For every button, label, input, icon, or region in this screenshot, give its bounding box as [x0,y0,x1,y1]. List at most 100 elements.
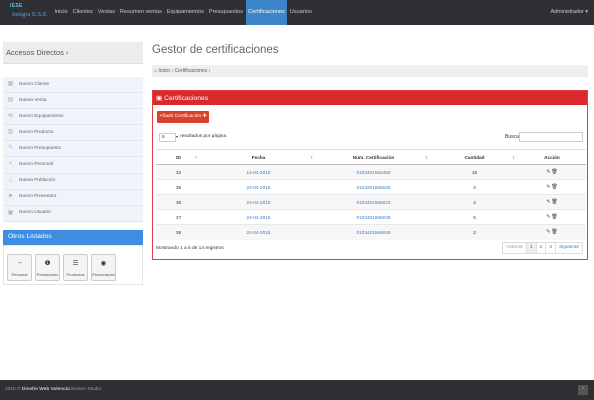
shortcut-nueva-venta[interactable]: ▤ Nueva Venta [3,93,143,110]
chevron-down-icon[interactable]: ▾ [176,134,178,139]
top-navbar: IESE Intégra E.S.E Inicio Clientes Venta… [0,0,594,25]
table-row: 37 24-04-2015 0103401568038 5 ✎🗑 [156,209,586,225]
list-button-label: Poblaciones [36,272,59,277]
breadcrumb-current[interactable]: Certificaciones [175,68,208,74]
column-header-label: Acción [544,154,560,160]
panel-title: ▣ Certificaciones [156,94,209,102]
pagination-page-3[interactable]: 3 [546,243,556,253]
list-personal-button[interactable]: → Personal [7,254,32,281]
column-header-id[interactable]: ID ▲ [156,149,201,165]
nav-equipamientos[interactable]: Equipamientos [164,0,206,25]
table-row: 35 24-04-2015 0103201568040 4 ✎🗑 [156,179,586,195]
cell-num-certificacion: 0103401568038 [316,209,431,225]
shortcut-nueva-poblacion[interactable]: ⌂ Nueva Población [3,173,143,190]
cell-cantidad: 2 [431,224,518,240]
cell-cantidad: 4 [431,179,518,195]
other-lists-title: Otros Listados [8,233,52,240]
sale-icon: ▤ [7,97,14,104]
equipment-icon: ≪ [7,113,14,120]
column-header-label: Cantidad [464,154,485,160]
breadcrumb-separator: › [208,68,211,74]
pagination-page-1[interactable]: 1 [526,243,537,253]
sort-icon: ⇕ [424,156,428,160]
trash-icon[interactable]: 🗑 [551,184,557,190]
add-certification-button[interactable]: Añadir Certificación ✚ [157,111,209,123]
shortcut-label: Nuevo Proveedor [19,194,57,200]
edit-icon[interactable]: ✎ [546,169,550,175]
shortcut-label: Nuevo Usuario [19,210,51,216]
nav-certificaciones[interactable]: Certificaciones [245,0,288,25]
list-poblaciones-button[interactable]: ❶ Poblaciones [35,254,60,281]
footer: 2015 © Diseño Web Valencia Busker Studio… [0,380,594,400]
edit-icon[interactable]: ✎ [546,214,550,220]
other-lists-header: Otros Listados [3,230,143,245]
edit-icon[interactable]: ✎ [546,184,550,190]
cell-num-certificacion: 0103201568040 [316,179,431,195]
pagination-page-2[interactable]: 2 [536,243,547,253]
cell-actions: ✎🗑 [518,194,586,210]
column-header-num-certificacion[interactable]: Num. Certificación ⇕ [316,149,431,165]
trash-icon[interactable]: 🗑 [551,229,557,235]
flag-icon: ⚑ [7,193,14,200]
footer-prefix: 2015 © [5,386,21,392]
page-length-label: resultados por página [180,134,227,139]
search-input[interactable] [519,132,583,142]
cell-fecha: 24-04-2015 [201,179,316,195]
shortcut-label: Nuevo Producto [19,129,54,135]
shortcut-nuevo-producto[interactable]: ▥ Nuevo Producto [3,125,143,142]
trash-icon[interactable]: 🗑 [551,169,557,175]
breadcrumb-home[interactable]: ⌂ Inicio [154,68,170,74]
nav-inicio[interactable]: Inicio [52,0,70,25]
home-icon: ⌂ [8,177,13,184]
edit-icon[interactable]: ✎ [546,229,550,235]
shortcuts-title: Accesos Directos › [6,48,69,57]
list-productos-button[interactable]: ☰ Productos [63,254,88,281]
shortcut-label: Nuevo Personal [19,161,54,167]
user-icon: ▣ [7,209,14,216]
column-header-label: Num. Certificación [352,154,395,160]
cell-cantidad: 5 [431,209,518,225]
pagination-next[interactable]: Siguiente [555,243,582,253]
cell-id: 35 [156,179,201,195]
trash-icon[interactable]: 🗑 [551,199,557,205]
shortcut-nuevo-personal[interactable]: + Nuevo Personal [3,157,143,174]
column-header-label: ID [176,154,181,160]
shortcuts-header[interactable]: Accesos Directos › [3,42,143,64]
cell-actions: ✎🗑 [518,179,586,195]
table-row: 32 14-04-2015 0103401562459 15 ✎🗑 [156,164,586,180]
page-length-select[interactable]: 5 [159,133,176,142]
shortcut-nuevo-presupuesto[interactable]: ✎ Nuevo Presupuesto [3,141,143,158]
nav-presupuestos[interactable]: Presupuestos [206,0,245,25]
brand-logo[interactable]: IESE Intégra E.S.E [6,3,48,22]
breadcrumb: ⌂ Inicio › Certificaciones › [152,65,588,77]
list-button-label: Personal [11,272,28,277]
nav-ventas[interactable]: Ventas [95,0,117,25]
shortcut-nuevo-usuario[interactable]: ▣ Nuevo Usuario [3,205,143,222]
shortcut-nuevo-cliente[interactable]: ▦ Nuevo Cliente [3,77,143,94]
cell-cantidad: 15 [431,164,518,180]
pagination-previous[interactable]: Anterior [503,243,527,253]
list-proveedores-button[interactable]: ◉ Proveedores [91,254,116,281]
cell-actions: ✎🗑 [518,209,586,225]
column-header-fecha[interactable]: Fecha ⇕ [201,149,316,165]
shortcut-nuevo-equipamiento[interactable]: ≪ Nuevo Equipamiento [3,109,143,126]
edit-icon[interactable]: ✎ [546,199,550,205]
user-menu[interactable]: Administrador ▾ [551,0,588,25]
cell-id: 37 [156,209,201,225]
column-header-cantidad[interactable]: Cantidad ⇕ [431,149,518,165]
arrow-right-icon: → [16,259,23,266]
footer-brand-link[interactable]: Diseño Web Valencia [22,387,70,392]
sort-icon: ⇕ [511,156,515,160]
shortcut-nuevo-proveedor[interactable]: ⚑ Nuevo Proveedor [3,189,143,206]
cell-num-certificacion: 0103401568023 [316,194,431,210]
scroll-top-icon[interactable]: ⌃ [578,385,588,395]
column-header-accion: Acción [518,149,586,165]
nav-clientes[interactable]: Clientes [70,0,95,25]
nav-usuarios[interactable]: Usuarios [287,0,314,25]
nav-resumen-ventas[interactable]: Resumen ventas [117,0,164,25]
cell-cantidad: 2 [431,194,518,210]
trash-icon[interactable]: 🗑 [551,214,557,220]
shortcut-list: ▦ Nuevo Cliente ▤ Nueva Venta ≪ Nuevo Eq… [3,77,143,222]
cell-actions: ✎🗑 [518,164,586,180]
brand-mark: IESE [10,3,23,9]
